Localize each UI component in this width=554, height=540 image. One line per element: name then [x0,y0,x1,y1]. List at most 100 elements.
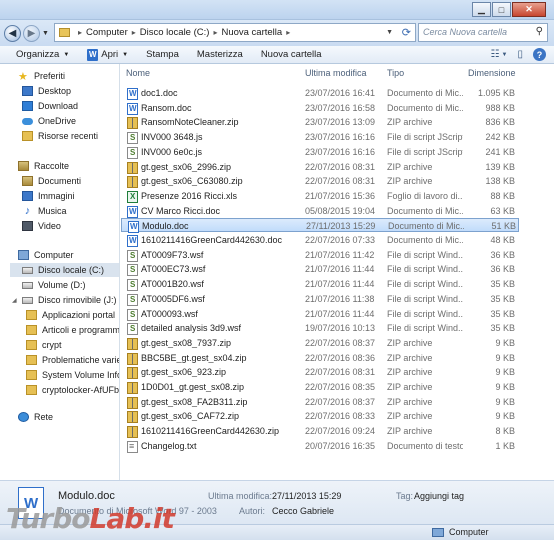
nav-disk-c[interactable]: Disco locale (C:) [10,263,119,277]
nav-favorites[interactable]: ★ Preferiti [18,69,65,83]
nav-music[interactable]: ♪ Musica [22,204,67,218]
file-modified: 22/07/2016 08:36 [305,352,376,363]
maximize-button[interactable]: □ [492,2,511,17]
details-authors-value[interactable]: Cecco Gabriele [272,506,334,516]
nav-portable-apps[interactable]: Applicazioni portal [26,308,115,322]
nav-onedrive[interactable]: OneDrive [22,114,76,128]
file-row[interactable]: Ransom.doc 23/07/2016 16:58 Documento di M… [121,101,519,115]
column-header-size[interactable]: Dimensione [468,64,516,82]
print-button[interactable]: Stampa [146,49,179,60]
nav-removable[interactable]: ◢ Disco rimovibile (J:) [12,293,117,307]
file-row[interactable]: doc1.doc 23/07/2016 16:41 Documento di Mic… [121,86,519,100]
file-name: AT0001B20.wsf [141,279,204,290]
nav-images[interactable]: Immagini [22,189,75,203]
watermark-part2: Lab.it [89,502,175,535]
file-row[interactable]: 1610211416GreenCard442630.zip 22/07/2016 … [121,424,519,439]
nav-computer[interactable]: Computer [18,248,74,262]
close-button[interactable]: ✕ [512,2,546,17]
address-bar[interactable]: ▸ Computer ▸ Disco locale (C:) ▸ Nuova c… [54,23,416,42]
file-row[interactable]: Modulo.doc 27/11/2013 15:29 Documento di M… [121,218,519,234]
nav-articles[interactable]: Articoli e programm [26,323,119,337]
column-header-name[interactable]: Nome [126,64,150,82]
column-header-type[interactable]: Tipo [387,64,404,82]
file-row[interactable]: gt.gest_sx06_C63080.zip 22/07/2016 08:31 Z… [121,174,519,189]
file-row[interactable]: 1610211416GreenCard442630.doc 22/07/2016 … [121,233,519,247]
nav-label: System Volume Info [42,370,120,380]
nav-video[interactable]: Video [22,219,61,233]
nav-desktop[interactable]: Desktop [22,84,71,98]
nav-crypt[interactable]: crypt [26,338,62,352]
file-row[interactable]: BBC5BE_gt.gest_sx04.zip 22/07/2016 08:36 Z… [121,351,519,365]
file-row[interactable]: gt.gest_sx08_FA2B311.zip 22/07/2016 08:37… [121,395,519,409]
column-label: Nome [126,68,151,78]
help-icon[interactable]: ? [533,48,546,61]
file-size: 35 KB [490,293,515,304]
file-modified: 22/07/2016 08:31 [305,161,376,172]
file-row[interactable]: CV Marco Ricci.doc 05/08/2015 19:04 Docume… [121,204,519,218]
burn-button[interactable]: Masterizza [197,49,243,60]
file-row[interactable]: detailed analysis 3d9.wsf 19/07/2016 10:1… [121,321,519,336]
file-row[interactable]: Presenze 2016 Ricci.xls 21/07/2016 15:36 F… [121,189,519,203]
refresh-icon[interactable]: ⟳ [402,26,411,39]
new-folder-button[interactable]: Nuova cartella [261,49,322,60]
nav-network[interactable]: Rete [18,410,53,424]
nav-cryptolocker[interactable]: cryptolocker-AfUFb [26,383,119,397]
nav-label: Raccolte [34,161,70,171]
file-type: ZIP archive [387,352,433,363]
file-row[interactable]: AT0001B20.wsf 21/07/2016 11:44 File di scr… [121,277,519,292]
chevron-down-icon: ▼ [122,51,129,58]
video-icon [22,221,33,231]
open-button[interactable]: W Apri ▼ [87,48,129,61]
nav-problems[interactable]: Problematiche varie [26,353,119,367]
file-row[interactable]: gt.gest_sx06_CAF72.zip 22/07/2016 08:33 ZI… [121,409,519,424]
file-name: INV000 6e0c.js [141,146,203,157]
breadcrumb-disk-c[interactable]: Disco locale (C:) [140,27,210,38]
column-header-modified[interactable]: Ultima modifica [305,64,367,82]
forward-button[interactable]: ▶ [23,24,40,42]
file-type: File di script Wind... [387,323,463,334]
back-button[interactable]: ◀ [4,24,21,42]
file-row[interactable]: gt.gest_sx06_2996.zip 22/07/2016 08:31 ZIP… [121,160,519,174]
file-row[interactable]: INV000 6e0c.js 23/07/2016 16:16 File di sc… [121,145,519,159]
nav-sysvol[interactable]: System Volume Info [26,368,120,382]
file-modified: 21/07/2016 15:36 [305,190,376,201]
expand-arrow-icon[interactable]: ◢ [12,297,20,304]
minimize-button[interactable]: ▁ [472,2,491,17]
file-row[interactable]: AT0009F73.wsf 21/07/2016 11:42 File di scr… [121,248,519,262]
file-row[interactable]: 1D0D01_gt.gest_sx08.zip 22/07/2016 08:35 Z… [121,380,519,394]
nav-recent[interactable]: Risorse recenti [22,129,98,143]
search-input[interactable]: Cerca Nuova cartella ⚲ [418,23,548,42]
address-dropdown-icon[interactable]: ▼ [386,29,393,36]
recent-pages-dropdown-icon[interactable]: ▼ [42,30,49,37]
column-label: Dimensione [468,68,516,78]
nav-label: Video [38,221,61,231]
chevron-right-icon[interactable]: ▸ [78,28,82,37]
nav-libraries[interactable]: Raccolte [18,159,69,173]
file-row[interactable]: gt.gest_sx08_7937.zip 22/07/2016 08:37 ZIP… [121,336,519,350]
file-row[interactable]: AT000093.wsf 21/07/2016 11:44 File di scri… [121,307,519,321]
file-row[interactable]: gt.gest_sx06_923.zip 22/07/2016 08:31 ZIP … [121,365,519,380]
chevron-right-icon[interactable]: ▸ [213,28,217,37]
file-size: 242 KB [485,132,515,143]
chevron-down-icon[interactable]: ▼ [502,52,508,58]
organize-button[interactable]: Organizza ▼ [16,49,69,60]
breadcrumb-new-folder[interactable]: Nuova cartella [221,27,282,38]
preview-pane-icon[interactable]: ▯ [517,49,523,60]
doc-file-icon [127,88,138,100]
nav-label: Musica [38,206,67,216]
file-row[interactable]: AT000EC73.wsf 21/07/2016 11:44 File di scr… [121,262,519,277]
file-row[interactable]: AT0005DF6.wsf 21/07/2016 11:38 File di scr… [121,292,519,306]
file-row[interactable]: INV000 3648.js 23/07/2016 16:16 File di sc… [121,130,519,145]
details-tags-value[interactable]: Aggiungi tag [414,491,464,501]
file-row[interactable]: RansomNoteCleaner.zip 23/07/2016 13:09 ZIP… [121,115,519,130]
nav-documents[interactable]: Documenti [22,174,81,188]
search-icon[interactable]: ⚲ [536,26,543,37]
chevron-right-icon[interactable]: ▸ [286,28,290,37]
nav-download[interactable]: Download [22,99,78,113]
chevron-right-icon[interactable]: ▸ [132,28,136,37]
nav-disk-d[interactable]: Volume (D:) [22,278,86,292]
file-row[interactable]: Changelog.txt 20/07/2016 16:35 Documento d… [121,439,519,453]
nav-label: Preferiti [34,71,66,81]
breadcrumb-computer[interactable]: Computer [86,27,128,38]
change-view-icon[interactable]: ☷ [491,49,500,60]
